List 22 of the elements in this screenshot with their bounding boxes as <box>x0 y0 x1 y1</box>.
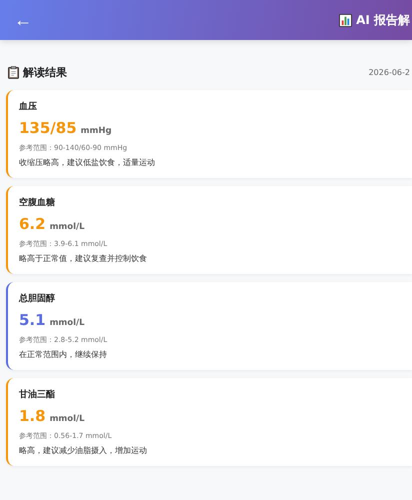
back-button[interactable]: ← <box>8 11 38 29</box>
advice-text: 收缩压略高，建议低盐饮食，适量运动 <box>19 157 156 168</box>
indicator-name: 血压 <box>19 100 38 113</box>
advice-text: 略高，建议减少油脂摄入，增加运动 <box>19 445 148 456</box>
advice-text: 在正常范围内，继续保持 <box>19 349 108 360</box>
bar-chart-icon <box>339 14 352 26</box>
indicator-name: 甘油三酯 <box>19 388 56 401</box>
section-title: 解读结果 <box>23 65 67 80</box>
clipboard-icon <box>8 66 19 79</box>
indicator-name: 空腹血糖 <box>19 196 56 209</box>
unit-label: mmol/L <box>50 222 85 232</box>
report-date: 2026-06-2 <box>368 68 411 77</box>
indicator-value: 135/85 <box>19 119 77 137</box>
unit-label: mmHg <box>80 126 112 136</box>
unit-label: mmol/L <box>50 318 85 328</box>
page-title: AI 报告解 <box>356 12 410 28</box>
advice-text: 略高于正常值，建议复查并控制饮食 <box>19 253 148 264</box>
indicator-value: 6.2 <box>19 215 46 233</box>
indicator-name: 总胆固醇 <box>19 292 56 305</box>
indicator-value: 1.8 <box>19 407 46 425</box>
indicator-value: 5.1 <box>19 311 46 329</box>
unit-label: mmol/L <box>50 414 85 424</box>
